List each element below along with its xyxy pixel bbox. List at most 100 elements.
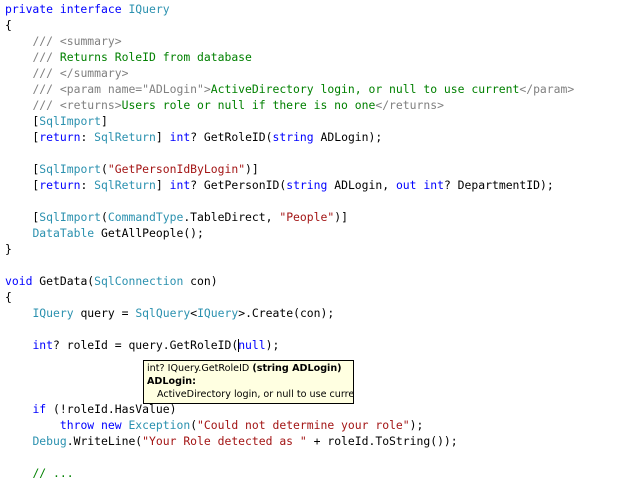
code-line: { <box>5 17 12 33</box>
code-token: ActiveDirectory login, or null to use cu… <box>210 82 520 96</box>
code-token: : <box>80 178 95 192</box>
code-token: ); <box>409 418 424 432</box>
code-token: [ <box>5 210 40 224</box>
code-token: GetData( <box>32 274 95 288</box>
code-editor[interactable]: private interface IQuery{ /// <summary> … <box>0 0 640 497</box>
code-token: void <box>5 274 33 288</box>
code-token: /// <summary> <box>32 34 122 48</box>
code-line: /// Returns RoleID from database <box>5 49 252 65</box>
code-line: /// <summary> <box>5 33 122 49</box>
code-token: )] <box>245 162 259 176</box>
code-token: >.Create(con); <box>238 306 335 320</box>
code-token: Returns RoleID from database <box>59 50 252 64</box>
code-line: /// </summary> <box>5 65 128 81</box>
code-token: if <box>32 402 47 416</box>
code-token: Users role or null if there is no one <box>121 98 376 112</box>
code-token: SqlImport <box>39 114 102 128</box>
code-token: ] <box>101 114 108 128</box>
code-token: ? GetPersonID( <box>190 178 287 192</box>
code-token: SqlQuery <box>135 306 191 320</box>
code-token: string <box>272 130 314 144</box>
code-token: private interface <box>5 2 129 16</box>
code-token: throw new <box>59 418 129 432</box>
code-token: int <box>32 338 54 352</box>
code-token: ] <box>155 178 170 192</box>
code-token: .WriteLine( <box>66 434 143 448</box>
code-token: // ... <box>32 466 74 480</box>
code-token: [ <box>5 130 40 144</box>
code-token: "People" <box>279 210 335 224</box>
code-token: ); <box>265 338 280 352</box>
code-token: IQuery <box>128 2 170 16</box>
code-line: [SqlImport] <box>5 113 108 129</box>
code-token: "Could not determine your role" <box>197 418 410 432</box>
code-line: private interface IQuery <box>5 1 170 17</box>
code-token: null <box>238 338 266 352</box>
code-token: DataTable <box>32 226 95 240</box>
code-token: } <box>5 242 12 256</box>
code-token: : <box>80 130 95 144</box>
code-token: </returns> <box>375 98 444 112</box>
code-token: ? GetRoleID( <box>190 130 273 144</box>
tooltip-signature: int? IQuery.GetRoleID (string ADLogin) <box>147 362 350 375</box>
code-token: "GetPersonIdByLogin" <box>107 162 246 176</box>
code-token: ADLogin); <box>313 130 383 144</box>
tooltip-param-description: ActiveDirectory login, or null to use cu… <box>157 389 354 400</box>
code-token: [ <box>5 162 40 176</box>
code-line: [SqlImport(CommandType.TableDirect, "Peo… <box>5 209 348 225</box>
code-token: SqlImport <box>39 210 102 224</box>
code-token: { <box>5 290 12 304</box>
code-token: IQuery <box>197 306 239 320</box>
code-line: // ... <box>5 465 74 481</box>
code-token: CommandType <box>107 210 184 224</box>
code-token: string <box>286 178 328 192</box>
code-token: .TableDirect, <box>183 210 280 224</box>
code-token: con) <box>183 274 218 288</box>
code-token: /// <returns> <box>32 98 122 112</box>
code-line: void GetData(SqlConnection con) <box>5 273 218 289</box>
code-token: ( <box>101 162 108 176</box>
code-token: /// </summary> <box>32 66 129 80</box>
code-token: ] <box>155 130 170 144</box>
code-token: return <box>39 130 81 144</box>
code-token: ? roleId = query.GetRoleID( <box>53 338 239 352</box>
code-token: /// <param name="ADLogin"> <box>32 82 211 96</box>
code-token: (!roleId.HasValue) <box>46 402 177 416</box>
code-token: Exception <box>128 418 191 432</box>
code-line: [return: SqlReturn] int? GetPersonID(str… <box>5 177 554 193</box>
code-token: [ <box>5 114 40 128</box>
code-token: ? DepartmentID); <box>443 178 554 192</box>
code-token: query = <box>73 306 136 320</box>
code-token: [ <box>5 178 40 192</box>
code-token: { <box>5 18 12 32</box>
code-token: )] <box>334 210 348 224</box>
code-line: } <box>5 241 12 257</box>
code-line: Debug.WriteLine("Your Role detected as "… <box>5 433 458 449</box>
tooltip-signature-prefix: int? IQuery.GetRoleID <box>147 363 253 374</box>
code-token: out int <box>395 178 444 192</box>
code-line: { <box>5 289 12 305</box>
code-line: int? roleId = query.GetRoleID(null); <box>5 337 279 353</box>
code-token: SqlReturn <box>94 178 156 192</box>
code-token: "Your Role detected as " <box>142 434 307 448</box>
code-line: /// <returns>Users role or null if there… <box>5 97 444 113</box>
code-line: IQuery query = SqlQuery<IQuery>.Create(c… <box>5 305 334 321</box>
code-line: [SqlImport("GetPersonIdByLogin")] <box>5 161 259 177</box>
code-token: IQuery <box>32 306 74 320</box>
code-line: DataTable GetAllPeople(); <box>5 225 203 241</box>
tooltip-signature-param: (string ADLogin) <box>252 363 342 374</box>
code-token: + roleId.ToString()); <box>306 434 458 448</box>
code-token: ADLogin, <box>327 178 396 192</box>
code-token: ( <box>101 210 108 224</box>
code-line: [return: SqlReturn] int? GetRoleID(strin… <box>5 129 382 145</box>
code-line: throw new Exception("Could not determine… <box>5 417 423 433</box>
